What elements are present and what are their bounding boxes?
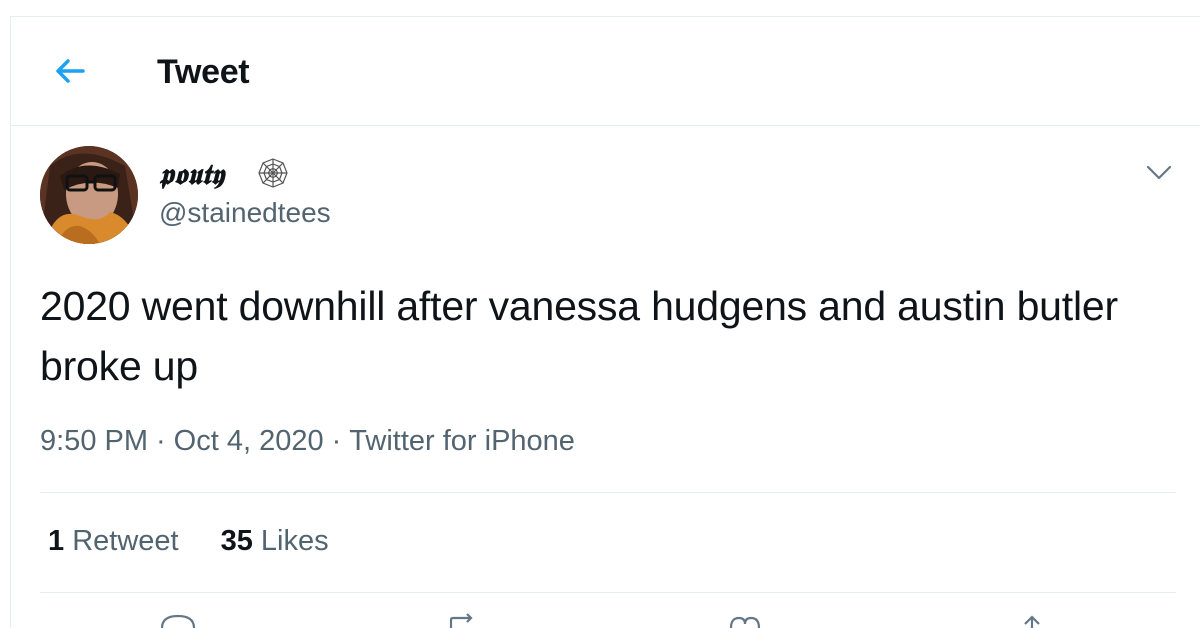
action-bar xyxy=(0,610,1200,628)
user-handle[interactable]: @stainedtees xyxy=(159,197,331,229)
likes-count: 35 xyxy=(220,525,253,557)
tweet-source[interactable]: Twitter for iPhone xyxy=(349,425,575,457)
divider xyxy=(40,492,1176,493)
retweets-stat[interactable]: 1 Retweet xyxy=(48,525,179,558)
avatar-image xyxy=(40,146,138,244)
header-bar: Tweet xyxy=(10,17,1200,126)
arrow-left-icon xyxy=(56,59,85,83)
likes-stat[interactable]: 35 Likes xyxy=(221,525,329,558)
back-button[interactable] xyxy=(50,53,90,89)
display-name[interactable]: 𝖕𝖔𝖚𝖙𝖞 xyxy=(159,158,224,192)
page-title: Tweet xyxy=(157,53,250,91)
retweets-count: 1 xyxy=(48,525,65,557)
like-icon[interactable] xyxy=(725,610,765,628)
divider xyxy=(40,592,1176,593)
share-icon[interactable] xyxy=(1012,610,1052,628)
tweet-stats: 1 Retweet 35 Likes xyxy=(48,525,371,558)
tweet-text: 2020 went downhill after vanessa hudgens… xyxy=(40,283,1118,389)
meta-separator: · xyxy=(331,425,342,457)
reply-icon[interactable] xyxy=(158,610,198,628)
spiderweb-icon xyxy=(258,158,288,188)
chevron-down-icon[interactable] xyxy=(1143,158,1175,186)
retweets-label: Retweet xyxy=(72,525,179,557)
tweet-meta: 9:50 PM · Oct 4, 2020 · Twitter for iPhone xyxy=(40,425,575,458)
likes-label: Likes xyxy=(260,525,329,557)
retweet-icon[interactable] xyxy=(443,610,483,628)
tweet-time[interactable]: 9:50 PM xyxy=(40,425,148,457)
tweet-date[interactable]: Oct 4, 2020 xyxy=(174,425,324,457)
avatar[interactable] xyxy=(40,146,138,244)
meta-separator: · xyxy=(156,425,166,457)
